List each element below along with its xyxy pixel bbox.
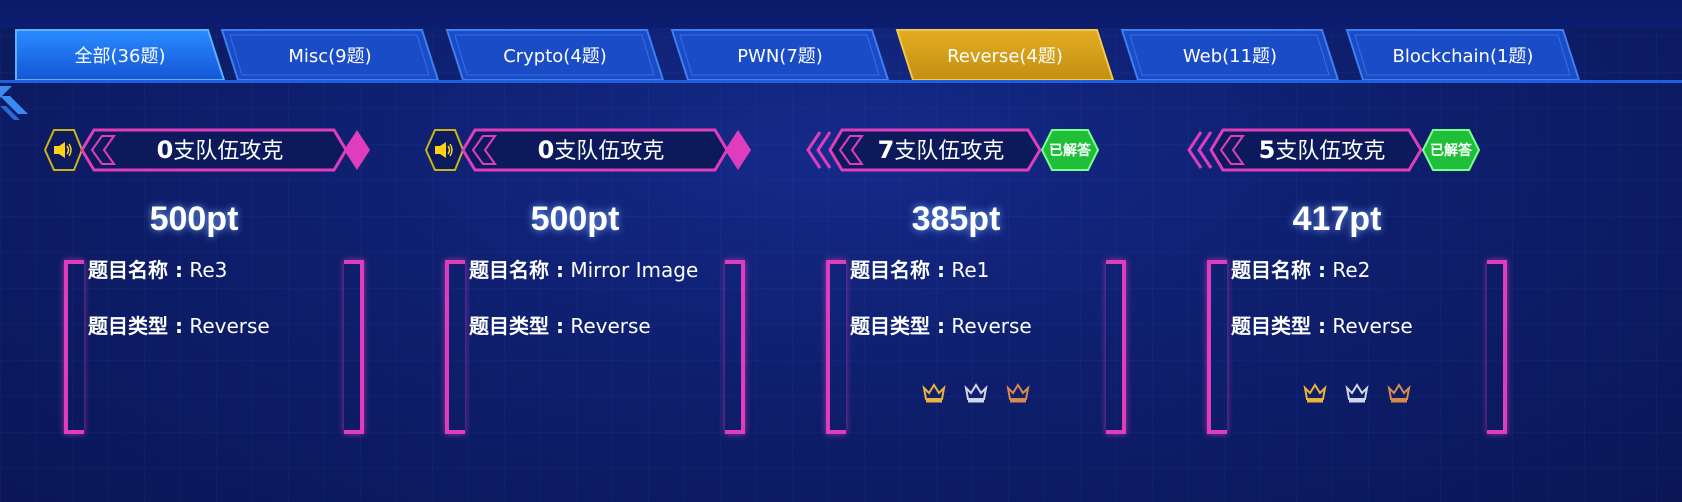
challenge-name-key: 题目名称 : (1231, 258, 1326, 282)
tab-misc[interactable]: Misc(9题) (220, 28, 440, 82)
challenge-name-row: 题目名称 : Re1 (850, 254, 989, 283)
tab-blockchain[interactable]: Blockchain(1题) (1345, 28, 1581, 82)
solved-count-number: 0 (537, 136, 555, 164)
solved-count: 7支队伍攻克 (846, 134, 1036, 166)
solved-badge: 已解答 (1430, 143, 1472, 159)
solved-count-number: 7 (877, 136, 895, 164)
tab-underline (0, 80, 1682, 83)
challenge-name: Re1 (951, 258, 990, 282)
points: 385pt (911, 200, 1001, 238)
solved-count-suffix: 支队伍攻克 (554, 139, 665, 164)
challenge-type-row: 题目类型 : Reverse (1231, 310, 1413, 339)
solved-count-number: 5 (1258, 136, 1276, 164)
tab-crypto[interactable]: Crypto(4题) (445, 28, 665, 82)
gold-crown-icon (922, 383, 946, 403)
challenge-name: Re2 (1332, 258, 1371, 282)
tab-all[interactable]: 全部(36题) (14, 28, 226, 82)
challenge-name-row: 题目名称 : Re3 (88, 254, 227, 283)
bracket-left (445, 260, 465, 434)
challenge-name: Mirror Image (570, 258, 699, 282)
category-tabs: 全部(36题) Misc(9题) Crypto(4题) PWN(7题) Reve… (14, 28, 1682, 82)
card-body (64, 260, 364, 434)
card-body (445, 260, 745, 434)
gold-crown-icon (1303, 383, 1327, 403)
challenge-type: Reverse (189, 314, 270, 338)
tab-pwn[interactable]: PWN(7题) (670, 28, 890, 82)
solved-count-number: 0 (156, 136, 174, 164)
points: 500pt (530, 200, 620, 238)
challenge-type-row: 题目类型 : Reverse (850, 310, 1032, 339)
challenge-type-key: 题目类型 : (850, 314, 945, 338)
solved-count-suffix: 支队伍攻克 (173, 139, 284, 164)
challenge-type-row: 题目类型 : Reverse (469, 310, 651, 339)
corner-stripes (0, 86, 28, 120)
challenge-card[interactable]: 0支队伍攻克 500pt 题目名称 : Re3 题目类型 : Reverse (44, 124, 374, 434)
tab-label: Web(11题) (1182, 46, 1278, 67)
points: 417pt (1292, 200, 1382, 238)
tab-label: Blockchain(1题) (1392, 46, 1534, 67)
tab-label: 全部(36题) (74, 46, 166, 67)
challenge-type-key: 题目类型 : (88, 314, 183, 338)
tab-label: Reverse(4题) (947, 46, 1063, 67)
bracket-right (344, 260, 364, 434)
solved-count: 0支队伍攻克 (485, 134, 717, 166)
challenge-card[interactable]: 5支队伍攻克 已解答 417pt 题目名称 : Re2 题目类型 : Rever… (1187, 124, 1517, 434)
challenge-name-key: 题目名称 : (850, 258, 945, 282)
bracket-right (1487, 260, 1507, 434)
speaker-icon (435, 142, 453, 158)
tab-label: Crypto(4题) (503, 46, 607, 67)
challenge-name-key: 题目名称 : (469, 258, 564, 282)
challenge-name: Re3 (189, 258, 228, 282)
tab-label: PWN(7题) (737, 46, 823, 67)
bronze-crown-icon (1006, 383, 1030, 403)
silver-crown-icon (964, 383, 988, 403)
points: 500pt (149, 200, 239, 238)
bracket-right (725, 260, 745, 434)
challenge-type: Reverse (1332, 314, 1413, 338)
tab-reverse[interactable]: Reverse(4题) (895, 28, 1115, 82)
challenge-name-row: 题目名称 : Re2 (1231, 254, 1370, 283)
tab-label: Misc(9题) (288, 46, 372, 67)
solved-count: 5支队伍攻克 (1227, 134, 1417, 166)
bracket-left (64, 260, 84, 434)
solved-count-suffix: 支队伍攻克 (894, 139, 1005, 164)
bracket-left (826, 260, 846, 434)
challenge-type: Reverse (951, 314, 1032, 338)
bronze-crown-icon (1387, 383, 1411, 403)
chevron-arrows-icon (788, 124, 789, 125)
challenge-type-row: 题目类型 : Reverse (88, 310, 270, 339)
challenge-type-key: 题目类型 : (469, 314, 564, 338)
challenge-type: Reverse (570, 314, 651, 338)
challenge-card[interactable]: 7支队伍攻克 已解答 385pt 题目名称 : Re1 题目类型 : Rever… (806, 124, 1136, 434)
blood-crowns (1207, 382, 1507, 404)
solved-count: 0支队伍攻克 (104, 134, 336, 166)
bracket-right (1106, 260, 1126, 434)
challenge-card[interactable]: 0支队伍攻克 500pt 题目名称 : Mirror Image 题目类型 : … (425, 124, 755, 434)
silver-crown-icon (1345, 383, 1369, 403)
challenge-name-key: 题目名称 : (88, 258, 183, 282)
solved-count-suffix: 支队伍攻克 (1275, 139, 1386, 164)
blood-crowns (826, 382, 1126, 404)
bracket-left (1207, 260, 1227, 434)
solved-badge: 已解答 (1049, 143, 1091, 159)
top-strip (0, 0, 1682, 28)
speaker-icon (54, 142, 72, 158)
tab-web[interactable]: Web(11题) (1120, 28, 1340, 82)
challenge-name-row: 题目名称 : Mirror Image (469, 254, 698, 283)
challenge-type-key: 题目类型 : (1231, 314, 1326, 338)
